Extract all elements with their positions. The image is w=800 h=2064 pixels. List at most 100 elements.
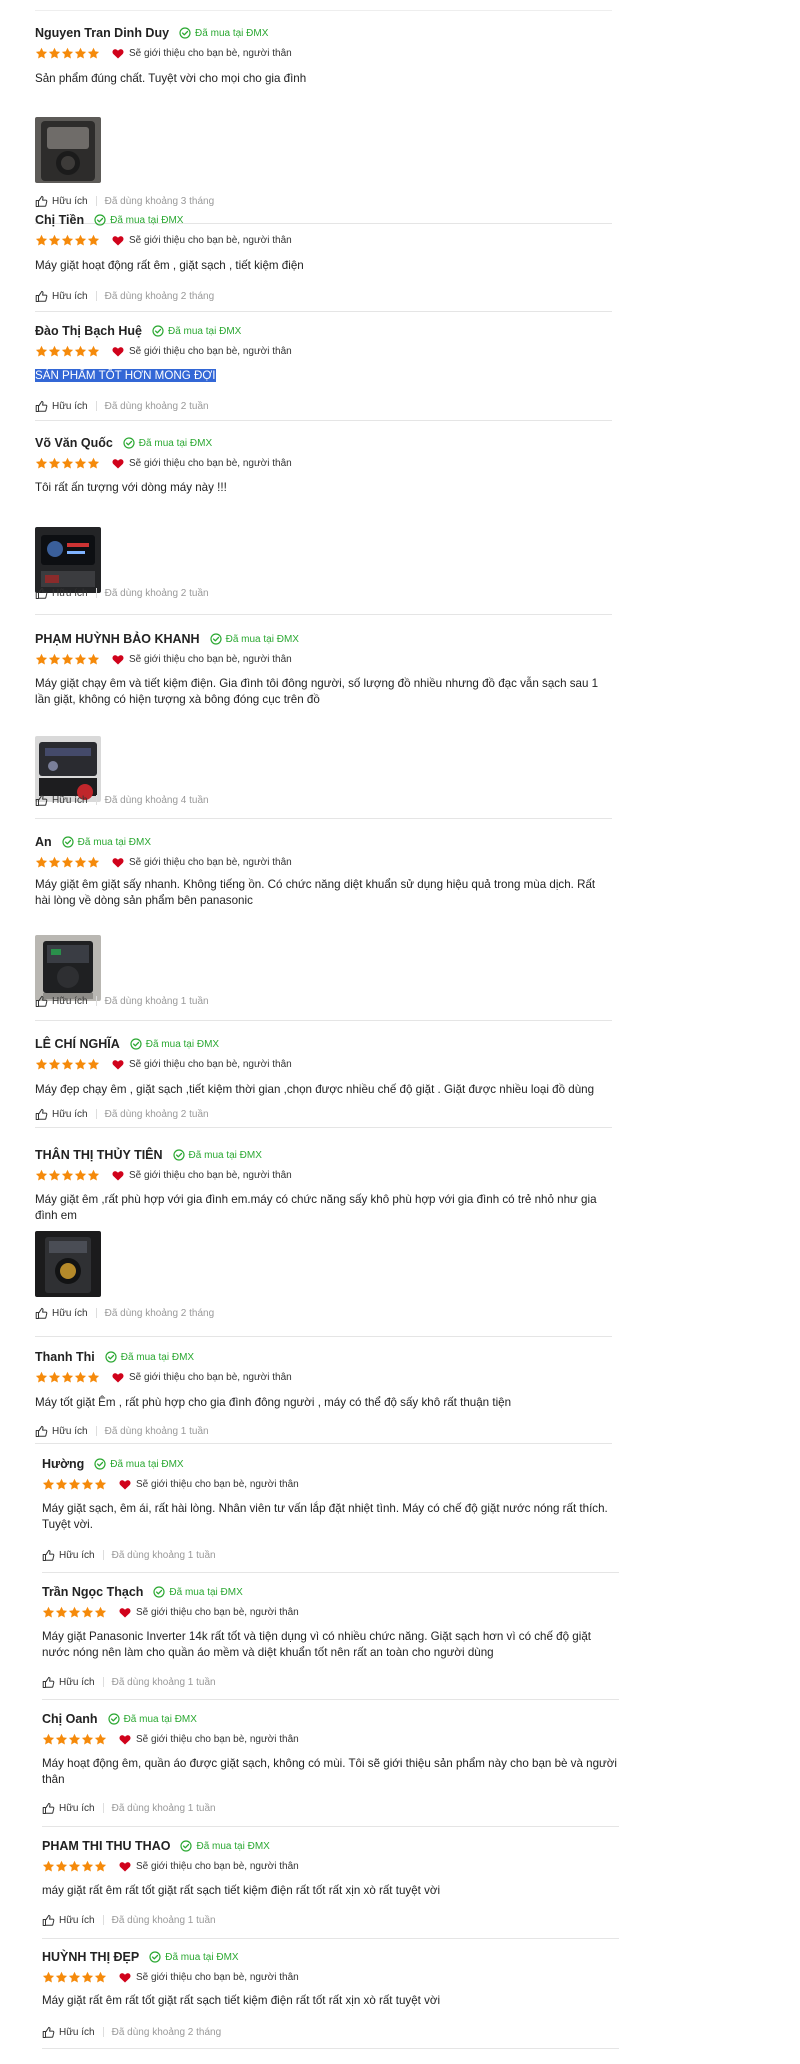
review-header: An Đã mua tại ĐMX <box>35 833 612 851</box>
recommend-label: Sẽ giới thiệu cho bạn bè, người thân <box>129 457 292 469</box>
review-footer: Hữu ích Đã dùng khoảng 3 tháng <box>35 194 214 208</box>
recommend-label: Sẽ giới thiệu cho bạn bè, người thân <box>136 1733 299 1745</box>
heart-icon <box>112 48 124 58</box>
review-text: Máy giặt êm giặt sấy nhanh. Không tiếng … <box>35 878 596 907</box>
usage-duration: Đã dùng khoảng 3 tháng <box>104 195 215 207</box>
star-rating <box>42 1971 107 1984</box>
helpful-label: Hữu ích <box>59 1676 95 1688</box>
helpful-button[interactable]: Hữu ích <box>35 587 88 600</box>
helpful-button[interactable]: Hữu ích <box>35 1108 88 1121</box>
purchase-badge: Đã mua tại ĐMX <box>153 1586 243 1598</box>
purchase-badge: Đã mua tại ĐMX <box>123 437 212 449</box>
star-icon <box>68 1971 81 1982</box>
review-item: Chị Tiền Đã mua tại ĐMX Sẽ giới thiệu cho … <box>35 211 612 312</box>
helpful-label: Hữu ích <box>52 1108 88 1120</box>
star-icon <box>42 1606 55 1617</box>
review-item: HUỲNH THỊ ĐẸP Đã mua tại ĐMX Sẽ giới thiệu… <box>42 1948 619 2049</box>
purchase-badge: Đã mua tại ĐMX <box>105 1351 194 1363</box>
recommend-label: Sẽ giới thiệu cho bạn bè, người thân <box>129 1058 292 1070</box>
review-header: HUỲNH THỊ ĐẸP Đã mua tại ĐMX <box>42 1948 619 1966</box>
heart-icon <box>112 346 124 356</box>
star-icon <box>74 457 87 468</box>
star-icon <box>87 234 100 245</box>
recommend-note: Sẽ giới thiệu cho bạn bè, người thân <box>112 235 292 246</box>
review-footer: Hữu ích Đã dùng khoảng 2 tuần <box>35 1107 209 1121</box>
usage-duration: Đã dùng khoảng 2 tháng <box>104 1307 215 1319</box>
purchase-badge-label: Đã mua tại ĐMX <box>77 836 152 848</box>
thumbs-up-icon <box>35 794 48 806</box>
review-photo[interactable] <box>35 527 101 593</box>
star-icon <box>74 856 87 867</box>
review-text: Máy đẹp chạy êm , giặt sạch ,tiết kiệm t… <box>35 1083 595 1096</box>
star-icon <box>74 47 87 58</box>
footer-divider <box>95 196 97 206</box>
check-circle-icon <box>179 27 191 39</box>
review-text: máy giặt rất êm rất tốt giặt rất sạch ti… <box>42 1884 441 1897</box>
review-item: Chị Oanh Đã mua tại ĐMX Sẽ giới thiệu cho … <box>42 1710 619 1827</box>
thumbs-up-icon <box>35 587 48 599</box>
review-header: Đào Thị Bạch Huệ Đã mua tại ĐMX <box>35 322 612 340</box>
review-text: Tôi rất ấn tượng với dòng máy này !!! <box>35 481 227 494</box>
star-rating <box>35 1058 100 1071</box>
rating-row: Sẽ giới thiệu cho bạn bè, người thân <box>35 233 292 247</box>
purchase-badge-label: Đã mua tại ĐMX <box>120 1351 195 1363</box>
star-icon <box>61 856 74 867</box>
purchase-badge: Đã mua tại ĐMX <box>152 325 241 337</box>
usage-duration: Đã dùng khoảng 2 tháng <box>104 290 215 302</box>
helpful-button[interactable]: Hữu ích <box>35 1307 88 1320</box>
purchase-badge-label: Đã mua tại ĐMX <box>169 1586 243 1598</box>
helpful-button[interactable]: Hữu ích <box>35 1425 88 1438</box>
helpful-label: Hữu ích <box>52 587 88 599</box>
star-rating <box>35 1371 100 1384</box>
purchase-badge: Đã mua tại ĐMX <box>130 1038 219 1050</box>
review-photo[interactable] <box>35 1231 101 1297</box>
star-icon <box>68 1860 81 1871</box>
helpful-button[interactable]: Hữu ích <box>42 1676 95 1689</box>
star-icon <box>68 1606 81 1617</box>
review-header: PHAM THI THU THAO Đã mua tại ĐMX <box>42 1837 619 1855</box>
review-header: Trần Ngọc Thạch Đã mua tại ĐMX <box>42 1583 619 1601</box>
star-icon <box>81 1606 94 1617</box>
star-icon <box>87 345 100 356</box>
helpful-button[interactable]: Hữu ích <box>35 995 88 1008</box>
recommend-note: Sẽ giới thiệu cho bạn bè, người thân <box>112 857 292 868</box>
recommend-note: Sẽ giới thiệu cho bạn bè, người thân <box>112 346 292 357</box>
star-icon <box>94 1478 107 1489</box>
rating-row: Sẽ giới thiệu cho bạn bè, người thân <box>35 46 292 60</box>
review-photo-image <box>35 935 101 1001</box>
footer-divider <box>95 1109 97 1119</box>
helpful-button[interactable]: Hữu ích <box>35 195 88 208</box>
reviewer-name: Chị Oanh <box>42 1712 98 1726</box>
star-rating <box>35 856 100 869</box>
star-icon <box>94 1733 107 1744</box>
review-photo[interactable] <box>35 935 101 1001</box>
helpful-button[interactable]: Hữu ích <box>42 1802 95 1815</box>
helpful-button[interactable]: Hữu ích <box>42 2026 95 2039</box>
check-circle-icon <box>62 836 74 848</box>
check-circle-icon <box>149 1951 161 1963</box>
helpful-button[interactable]: Hữu ích <box>35 794 88 807</box>
heart-icon <box>112 235 124 245</box>
review-photo[interactable] <box>35 117 101 183</box>
review-footer: Hữu ích Đã dùng khoảng 1 tuần <box>42 1801 216 1815</box>
star-rating <box>35 653 100 666</box>
star-icon <box>48 1058 61 1069</box>
footer-divider <box>102 1677 104 1687</box>
helpful-button[interactable]: Hữu ích <box>42 1914 95 1927</box>
review-footer: Hữu ích Đã dùng khoảng 1 tuần <box>35 994 209 1008</box>
footer-divider <box>95 996 97 1006</box>
thumbs-up-icon <box>42 1914 55 1926</box>
star-icon <box>61 1058 74 1069</box>
review-text-selection: SẢN PHẨM TỐT HƠN MONG ĐỢI <box>35 369 216 382</box>
rating-row: Sẽ giới thiệu cho bạn bè, người thân <box>42 1605 299 1619</box>
review-text: Máy tốt giặt Êm , rất phù hợp cho gia đì… <box>35 1396 512 1409</box>
helpful-button[interactable]: Hữu ích <box>42 1549 95 1562</box>
helpful-button[interactable]: Hữu ích <box>35 400 88 413</box>
helpful-button[interactable]: Hữu ích <box>35 290 88 303</box>
heart-icon <box>119 1972 131 1982</box>
star-rating <box>35 234 100 247</box>
review-photo-image <box>35 117 101 183</box>
review-header: Nguyen Tran Dinh Duy Đã mua tại ĐMX <box>35 24 612 42</box>
review-header: LÊ CHÍ NGHĨA Đã mua tại ĐMX <box>35 1035 612 1053</box>
star-icon <box>87 1169 100 1180</box>
